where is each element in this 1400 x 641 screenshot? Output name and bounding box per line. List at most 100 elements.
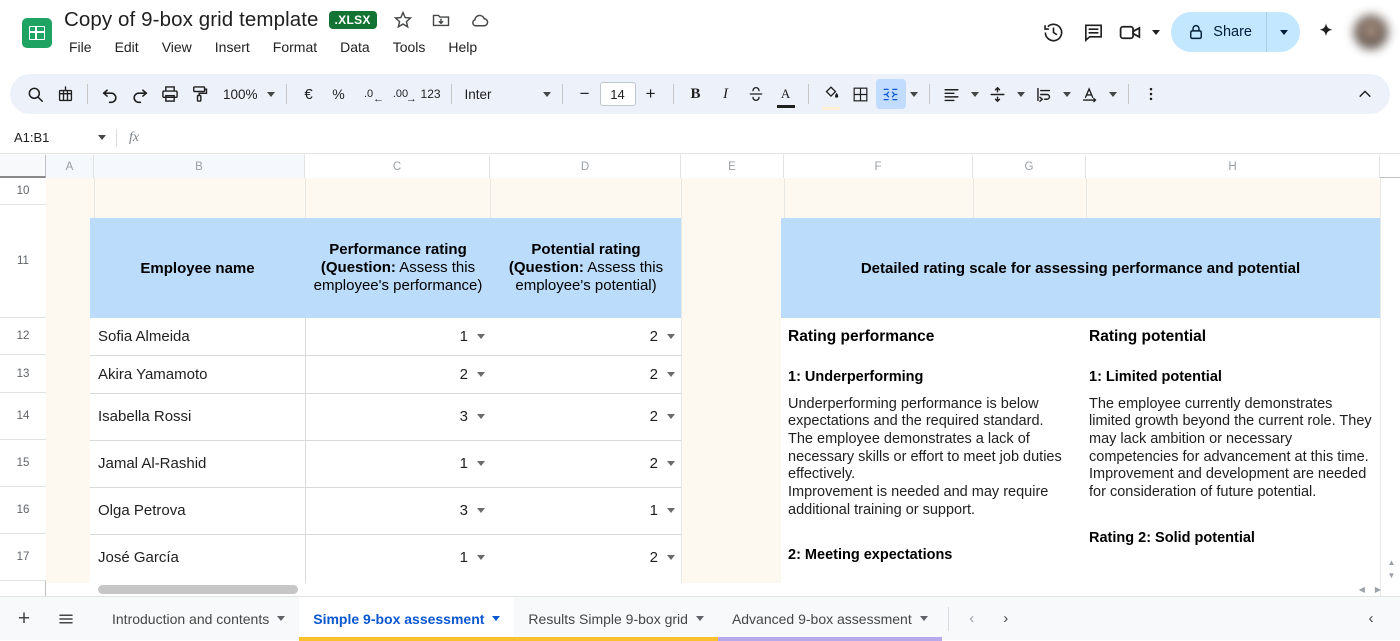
- comment-icon[interactable]: [1073, 12, 1113, 52]
- menu-edit[interactable]: Edit: [112, 38, 142, 56]
- vertical-align-button[interactable]: [983, 79, 1013, 109]
- menu-tools[interactable]: Tools: [390, 38, 429, 56]
- chevron-down-icon[interactable]: [477, 508, 485, 513]
- column-header-d[interactable]: D: [490, 155, 681, 178]
- decrease-decimal-button[interactable]: .0←: [354, 79, 384, 109]
- row-header-12[interactable]: 12: [0, 318, 46, 355]
- chevron-down-icon[interactable]: [277, 616, 285, 621]
- column-header-e[interactable]: E: [681, 155, 784, 178]
- star-icon[interactable]: [393, 10, 413, 30]
- column-header-b[interactable]: B: [94, 155, 305, 178]
- merge-dropdown-icon[interactable]: [906, 79, 922, 109]
- row-header-17[interactable]: 17: [0, 534, 46, 581]
- potential-rating-cell[interactable]: 2: [491, 393, 681, 440]
- move-to-folder-icon[interactable]: [431, 10, 451, 30]
- performance-rating-cell[interactable]: 1: [305, 440, 491, 487]
- horizontal-scrollbar-thumb[interactable]: [98, 585, 298, 594]
- gemini-spark-icon[interactable]: [1306, 12, 1346, 52]
- meet-video-icon[interactable]: [1113, 12, 1147, 52]
- share-dropdown-icon[interactable]: [1266, 12, 1300, 52]
- chevron-down-icon[interactable]: [477, 555, 485, 560]
- table-row[interactable]: Sofia Almeida 1 2: [90, 318, 681, 355]
- sheet-tab-advanced-9-box-assessment[interactable]: Advanced 9-box assessment: [718, 597, 942, 641]
- undo-history-icon[interactable]: [50, 79, 80, 109]
- menu-data[interactable]: Data: [337, 38, 373, 56]
- chevron-down-icon[interactable]: [492, 616, 500, 621]
- scroll-left-icon[interactable]: ◀: [1359, 586, 1365, 594]
- font-size-input[interactable]: 14: [600, 82, 636, 106]
- chevron-down-icon[interactable]: [667, 555, 675, 560]
- row-header-14[interactable]: 14: [0, 393, 46, 440]
- sheet-tab-introduction-and-contents[interactable]: Introduction and contents: [98, 597, 299, 641]
- performance-rating-cell[interactable]: 1: [305, 534, 491, 581]
- employee-name-cell[interactable]: Olga Petrova: [90, 487, 305, 534]
- menu-help[interactable]: Help: [445, 38, 480, 56]
- column-header-c[interactable]: C: [305, 155, 490, 178]
- chevron-down-icon[interactable]: [667, 414, 675, 419]
- chevron-down-icon[interactable]: [477, 372, 485, 377]
- chevron-down-icon[interactable]: [667, 461, 675, 466]
- side-panel-expand-button[interactable]: ‹: [1356, 604, 1386, 634]
- table-row[interactable]: Jamal Al-Rashid 1 2: [90, 440, 681, 487]
- meet-dropdown-icon[interactable]: [1147, 12, 1165, 52]
- redo-icon[interactable]: [125, 79, 155, 109]
- avatar[interactable]: [1354, 15, 1388, 49]
- column-header-a[interactable]: A: [46, 155, 94, 178]
- row-header-13[interactable]: 13: [0, 355, 46, 393]
- potential-rating-cell[interactable]: 1: [491, 487, 681, 534]
- chevron-down-icon[interactable]: [477, 334, 485, 339]
- number-format-button[interactable]: 123: [418, 79, 444, 109]
- chevron-down-icon[interactable]: [667, 334, 675, 339]
- select-all-corner[interactable]: [0, 155, 46, 178]
- column-header-h[interactable]: H: [1086, 155, 1380, 178]
- search-icon[interactable]: [20, 79, 50, 109]
- chevron-down-icon[interactable]: [667, 508, 675, 513]
- font-family-selector[interactable]: Inter: [459, 87, 555, 102]
- paint-format-icon[interactable]: [185, 79, 215, 109]
- text-rotation-dropdown-icon[interactable]: [1105, 79, 1121, 109]
- currency-format-button[interactable]: €: [294, 79, 324, 109]
- horizontal-align-dropdown-icon[interactable]: [967, 79, 983, 109]
- version-history-icon[interactable]: [1033, 12, 1073, 52]
- text-wrap-dropdown-icon[interactable]: [1059, 79, 1075, 109]
- employee-name-cell[interactable]: José García: [90, 534, 305, 581]
- all-sheets-button[interactable]: [50, 603, 82, 635]
- cloud-saved-icon[interactable]: [469, 10, 490, 31]
- chevron-down-icon[interactable]: [696, 616, 704, 621]
- borders-button[interactable]: [846, 79, 876, 109]
- text-color-button[interactable]: A: [771, 79, 801, 109]
- undo-icon[interactable]: [95, 79, 125, 109]
- collapse-toolbar-button[interactable]: [1350, 79, 1380, 109]
- row-header-16[interactable]: 16: [0, 487, 46, 534]
- performance-rating-cell[interactable]: 1: [305, 318, 491, 355]
- row-header-15[interactable]: 15: [0, 440, 46, 487]
- scroll-up-icon[interactable]: ▲: [1388, 559, 1396, 567]
- menu-insert[interactable]: Insert: [212, 38, 253, 56]
- scroll-right-icon[interactable]: ▶: [1375, 586, 1381, 594]
- potential-rating-cell[interactable]: 2: [491, 318, 681, 355]
- table-row[interactable]: Akira Yamamoto 2 2: [90, 355, 681, 393]
- name-box[interactable]: A1:B1: [0, 122, 116, 153]
- menu-view[interactable]: View: [159, 38, 195, 56]
- bold-button[interactable]: B: [681, 79, 711, 109]
- italic-button[interactable]: I: [711, 79, 741, 109]
- share-button[interactable]: Share: [1171, 12, 1266, 52]
- add-sheet-button[interactable]: +: [8, 603, 40, 635]
- page-title[interactable]: Copy of 9-box grid template: [64, 8, 319, 32]
- employee-name-cell[interactable]: Akira Yamamoto: [90, 355, 305, 393]
- horizontal-scrollbar[interactable]: [46, 583, 1336, 596]
- performance-rating-cell[interactable]: 3: [305, 487, 491, 534]
- scroll-down-icon[interactable]: ▼: [1388, 572, 1396, 580]
- table-row[interactable]: José García 1 2: [90, 534, 681, 581]
- previous-sheet-button[interactable]: ‹: [957, 604, 987, 634]
- menu-format[interactable]: Format: [270, 38, 320, 56]
- chevron-down-icon[interactable]: [477, 414, 485, 419]
- chevron-down-icon[interactable]: [477, 461, 485, 466]
- horizontal-align-button[interactable]: [937, 79, 967, 109]
- next-sheet-button[interactable]: ›: [991, 604, 1021, 634]
- text-rotation-button[interactable]: [1075, 79, 1105, 109]
- fill-color-button[interactable]: [816, 79, 846, 109]
- text-wrap-button[interactable]: [1029, 79, 1059, 109]
- chevron-down-icon[interactable]: [920, 616, 928, 621]
- potential-rating-cell[interactable]: 2: [491, 440, 681, 487]
